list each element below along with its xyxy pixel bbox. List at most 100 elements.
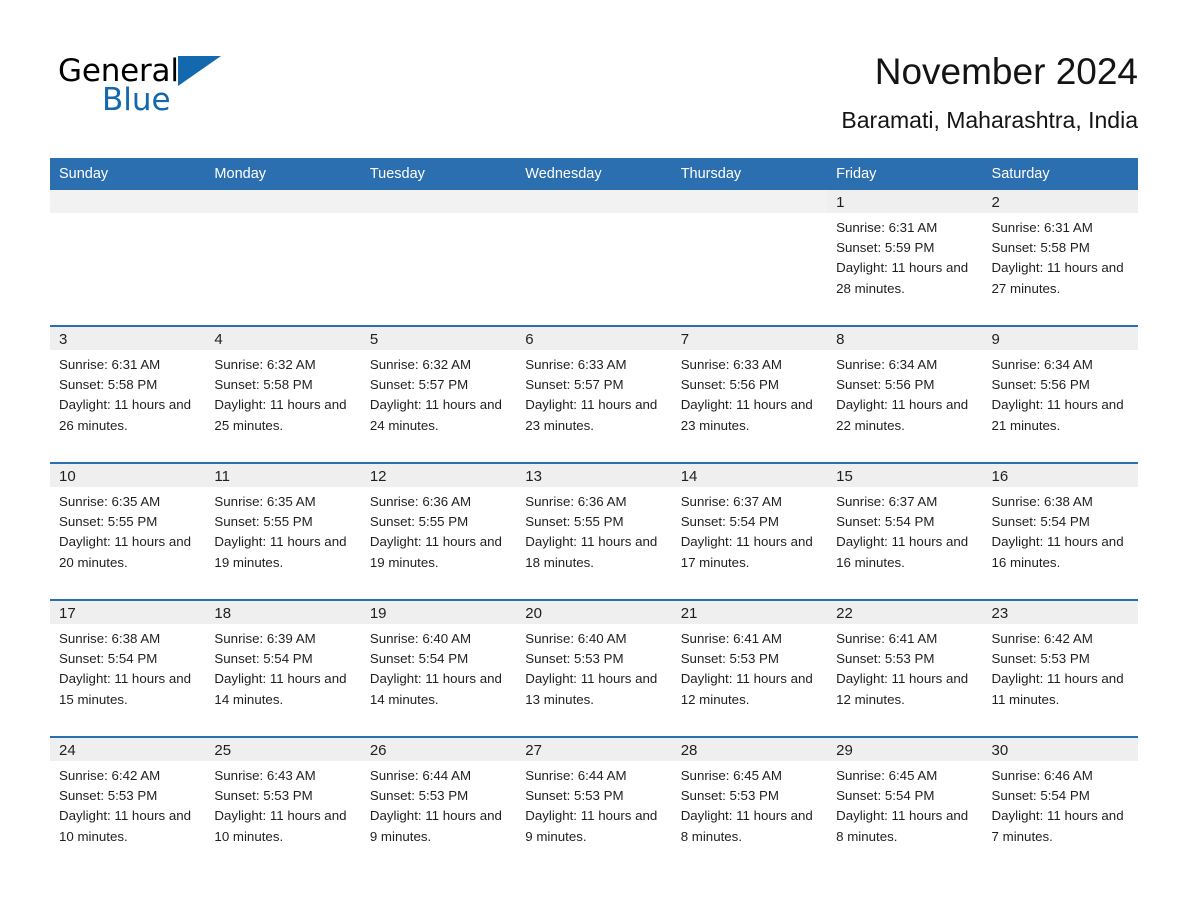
day-cell-details: Sunrise: 6:32 AM Sunset: 5:58 PM Daylight:… xyxy=(205,350,360,436)
day-cell-details: Sunrise: 6:34 AM Sunset: 5:56 PM Daylight:… xyxy=(983,350,1138,436)
sunrise-text: Sunrise: 6:46 AM xyxy=(991,768,1093,783)
calendar-day-cell[interactable]: 15 Sunrise: 6:37 AM Sunset: 5:54 PM Dayligh… xyxy=(827,463,983,600)
calendar-day-cell[interactable]: 23 Sunrise: 6:42 AM Sunset: 5:53 PM Dayligh… xyxy=(982,600,1138,737)
day-number: 22 xyxy=(827,601,983,624)
calendar-day-cell[interactable]: 18 Sunrise: 6:39 AM Sunset: 5:54 PM Dayligh… xyxy=(205,600,361,737)
calendar-day-cell-empty xyxy=(671,190,828,326)
day-cell-details: Sunrise: 6:42 AM Sunset: 5:53 PM Daylight:… xyxy=(983,624,1138,710)
sunrise-text: Sunrise: 6:35 AM xyxy=(59,494,161,509)
calendar-day-cell[interactable]: 24 Sunrise: 6:42 AM Sunset: 5:53 PM Dayligh… xyxy=(50,737,206,858)
day-number: 3 xyxy=(50,327,206,350)
daylight-text: Daylight: 11 hours and 10 minutes. xyxy=(214,808,347,844)
calendar-day-cell[interactable]: 12 Sunrise: 6:36 AM Sunset: 5:55 PM Dayligh… xyxy=(360,463,517,600)
daylight-text: Daylight: 11 hours and 28 minutes. xyxy=(836,260,969,296)
day-number: 11 xyxy=(205,464,361,487)
weekday-header-friday: Friday xyxy=(827,158,983,190)
daylight-text: Daylight: 11 hours and 14 minutes. xyxy=(214,671,347,707)
day-cell-details: Sunrise: 6:35 AM Sunset: 5:55 PM Daylight:… xyxy=(50,487,205,573)
daylight-text: Daylight: 11 hours and 24 minutes. xyxy=(369,397,502,433)
day-cell-inner: 1 Sunrise: 6:31 AM Sunset: 5:59 PM Daylight… xyxy=(827,190,983,325)
sunrise-text: Sunrise: 6:34 AM xyxy=(991,357,1093,372)
calendar-day-cell[interactable]: 29 Sunrise: 6:45 AM Sunset: 5:54 PM Dayligh… xyxy=(827,737,983,858)
calendar-day-cell[interactable]: 5 Sunrise: 6:32 AM Sunset: 5:57 PM Daylight… xyxy=(360,326,517,463)
day-cell-details: Sunrise: 6:41 AM Sunset: 5:53 PM Daylight:… xyxy=(827,624,982,710)
logo-wordmark-blue: Blue xyxy=(102,82,171,118)
calendar-day-cell[interactable]: 4 Sunrise: 6:32 AM Sunset: 5:58 PM Daylight… xyxy=(205,326,361,463)
sunrise-text: Sunrise: 6:33 AM xyxy=(680,357,782,372)
sunrise-text: Sunrise: 6:40 AM xyxy=(369,631,472,646)
sunset-text: Sunset: 5:53 PM xyxy=(680,788,779,804)
calendar-day-cell[interactable]: 27 Sunrise: 6:44 AM Sunset: 5:53 PM Dayligh… xyxy=(516,737,672,858)
sunset-text: Sunset: 5:54 PM xyxy=(836,788,935,804)
daylight-text: Daylight: 11 hours and 20 minutes. xyxy=(59,534,192,570)
weekday-header-tuesday: Tuesday xyxy=(360,158,517,190)
day-cell-inner: 6 Sunrise: 6:33 AM Sunset: 5:57 PM Daylight… xyxy=(516,327,672,462)
day-cell-details: Sunrise: 6:44 AM Sunset: 5:53 PM Daylight:… xyxy=(361,761,516,847)
day-cell-inner: 3 Sunrise: 6:31 AM Sunset: 5:58 PM Daylight… xyxy=(50,327,206,462)
day-number: 27 xyxy=(516,738,672,761)
daylight-text: Daylight: 11 hours and 9 minutes. xyxy=(369,808,502,844)
daylight-text: Daylight: 11 hours and 19 minutes. xyxy=(369,534,502,570)
calendar-day-cell[interactable]: 8 Sunrise: 6:34 AM Sunset: 5:56 PM Daylight… xyxy=(827,326,983,463)
calendar-day-cell[interactable]: 21 Sunrise: 6:41 AM Sunset: 5:53 PM Dayligh… xyxy=(671,600,828,737)
general-blue-logo[interactable]: General Blue xyxy=(58,56,258,122)
logo-triangle-icon xyxy=(177,56,221,86)
weekday-header-wednesday: Wednesday xyxy=(516,158,672,190)
sunrise-text: Sunrise: 6:31 AM xyxy=(836,220,938,235)
calendar-day-cell[interactable]: 28 Sunrise: 6:45 AM Sunset: 5:53 PM Dayligh… xyxy=(671,737,828,858)
calendar-day-cell[interactable]: 22 Sunrise: 6:41 AM Sunset: 5:53 PM Dayligh… xyxy=(827,600,983,737)
calendar-day-cell[interactable]: 2 Sunrise: 6:31 AM Sunset: 5:58 PM Daylight… xyxy=(982,190,1138,326)
sunset-text: Sunset: 5:56 PM xyxy=(991,377,1090,393)
calendar-day-cell[interactable]: 9 Sunrise: 6:34 AM Sunset: 5:56 PM Daylight… xyxy=(982,326,1138,463)
calendar-day-cell[interactable]: 1 Sunrise: 6:31 AM Sunset: 5:59 PM Daylight… xyxy=(827,190,983,326)
sunrise-text: Sunrise: 6:34 AM xyxy=(836,357,938,372)
calendar-day-cell[interactable]: 11 Sunrise: 6:35 AM Sunset: 5:55 PM Dayligh… xyxy=(205,463,361,600)
sunrise-text: Sunrise: 6:32 AM xyxy=(369,357,472,372)
sunset-text: Sunset: 5:53 PM xyxy=(991,651,1090,667)
day-cell-inner: 14 Sunrise: 6:37 AM Sunset: 5:54 PM Dayligh… xyxy=(671,464,828,599)
calendar-day-cell[interactable]: 20 Sunrise: 6:40 AM Sunset: 5:53 PM Dayligh… xyxy=(516,600,672,737)
daylight-text: Daylight: 11 hours and 15 minutes. xyxy=(59,671,192,707)
day-number xyxy=(360,190,517,213)
day-cell-inner: 29 Sunrise: 6:45 AM Sunset: 5:54 PM Dayligh… xyxy=(827,738,983,858)
daylight-text: Daylight: 11 hours and 27 minutes. xyxy=(991,260,1124,296)
sunrise-text: Sunrise: 6:36 AM xyxy=(525,494,627,509)
day-cell-inner: 16 Sunrise: 6:38 AM Sunset: 5:54 PM Dayligh… xyxy=(982,464,1138,599)
sunrise-text: Sunrise: 6:37 AM xyxy=(836,494,938,509)
sunset-text: Sunset: 5:53 PM xyxy=(525,788,624,804)
calendar-day-cell[interactable]: 19 Sunrise: 6:40 AM Sunset: 5:54 PM Dayligh… xyxy=(360,600,517,737)
day-cell-inner: 7 Sunrise: 6:33 AM Sunset: 5:56 PM Daylight… xyxy=(671,327,828,462)
sunset-text: Sunset: 5:54 PM xyxy=(369,651,469,667)
day-cell-inner: 12 Sunrise: 6:36 AM Sunset: 5:55 PM Dayligh… xyxy=(360,464,517,599)
daylight-text: Daylight: 11 hours and 23 minutes. xyxy=(525,397,658,433)
calendar-day-cell[interactable]: 10 Sunrise: 6:35 AM Sunset: 5:55 PM Dayligh… xyxy=(50,463,206,600)
calendar-day-cell[interactable]: 13 Sunrise: 6:36 AM Sunset: 5:55 PM Dayligh… xyxy=(516,463,672,600)
calendar-day-cell[interactable]: 7 Sunrise: 6:33 AM Sunset: 5:56 PM Daylight… xyxy=(671,326,828,463)
day-cell-details: Sunrise: 6:39 AM Sunset: 5:54 PM Daylight:… xyxy=(205,624,360,710)
day-cell-inner: 27 Sunrise: 6:44 AM Sunset: 5:53 PM Dayligh… xyxy=(516,738,672,858)
day-cell-details: Sunrise: 6:37 AM Sunset: 5:54 PM Daylight:… xyxy=(827,487,982,573)
day-cell-inner: 15 Sunrise: 6:37 AM Sunset: 5:54 PM Dayligh… xyxy=(827,464,983,599)
calendar-day-cell[interactable]: 16 Sunrise: 6:38 AM Sunset: 5:54 PM Dayligh… xyxy=(982,463,1138,600)
calendar-day-cell[interactable]: 17 Sunrise: 6:38 AM Sunset: 5:54 PM Dayligh… xyxy=(50,600,206,737)
day-cell-details: Sunrise: 6:43 AM Sunset: 5:53 PM Daylight:… xyxy=(205,761,360,847)
daylight-text: Daylight: 11 hours and 25 minutes. xyxy=(214,397,347,433)
calendar-day-cell[interactable]: 26 Sunrise: 6:44 AM Sunset: 5:53 PM Dayligh… xyxy=(360,737,517,858)
calendar-day-cell[interactable]: 14 Sunrise: 6:37 AM Sunset: 5:54 PM Dayligh… xyxy=(671,463,828,600)
sunset-text: Sunset: 5:56 PM xyxy=(836,377,935,393)
day-number xyxy=(671,190,828,213)
weekday-header-monday: Monday xyxy=(205,158,361,190)
sunrise-text: Sunrise: 6:31 AM xyxy=(991,220,1093,235)
sunrise-text: Sunrise: 6:37 AM xyxy=(680,494,782,509)
day-number: 6 xyxy=(516,327,672,350)
calendar-day-cell[interactable]: 25 Sunrise: 6:43 AM Sunset: 5:53 PM Dayligh… xyxy=(205,737,361,858)
day-cell-details: Sunrise: 6:40 AM Sunset: 5:54 PM Daylight:… xyxy=(361,624,516,710)
sunset-text: Sunset: 5:58 PM xyxy=(991,240,1090,256)
daylight-text: Daylight: 11 hours and 26 minutes. xyxy=(59,397,192,433)
calendar-day-cell[interactable]: 30 Sunrise: 6:46 AM Sunset: 5:54 PM Dayligh… xyxy=(982,737,1138,858)
calendar-day-cell[interactable]: 3 Sunrise: 6:31 AM Sunset: 5:58 PM Daylight… xyxy=(50,326,206,463)
day-cell-inner: 19 Sunrise: 6:40 AM Sunset: 5:54 PM Dayligh… xyxy=(360,601,517,736)
day-number: 10 xyxy=(50,464,206,487)
calendar-day-cell[interactable]: 6 Sunrise: 6:33 AM Sunset: 5:57 PM Daylight… xyxy=(516,326,672,463)
day-number: 25 xyxy=(205,738,361,761)
